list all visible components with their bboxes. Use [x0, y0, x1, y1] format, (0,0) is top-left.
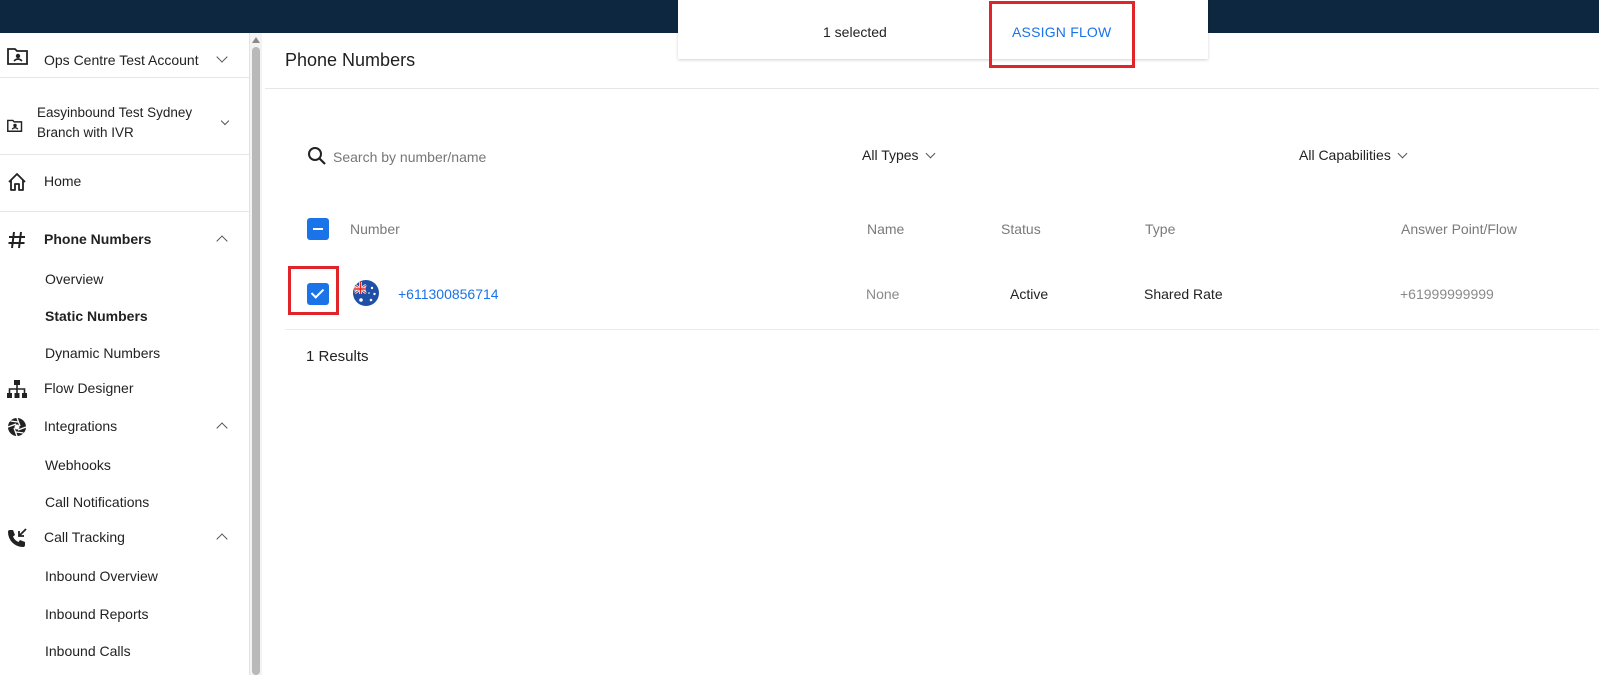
account-selector-ops-centre[interactable]: Ops Centre Test Account: [0, 33, 250, 78]
capabilities-filter-label: All Capabilities: [1299, 147, 1391, 163]
cell-answer-point: +61999999999: [1400, 286, 1494, 302]
chevron-down-icon: [216, 51, 228, 63]
column-header-name[interactable]: Name: [867, 221, 904, 237]
nav-flow-designer[interactable]: Flow Designer: [0, 372, 250, 406]
account-name-line-2: Branch with IVR: [37, 125, 134, 140]
capabilities-filter-dropdown[interactable]: All Capabilities: [1299, 147, 1408, 163]
chevron-up-icon: [216, 533, 228, 545]
hash-icon: [8, 231, 25, 249]
divider: [265, 88, 1599, 89]
selection-action-bar: 1 selected ASSIGN FLOW: [678, 0, 1208, 59]
cell-name: None: [866, 286, 900, 302]
nav-home[interactable]: Home: [0, 165, 250, 199]
nav-inbound-reports[interactable]: Inbound Reports: [45, 606, 149, 622]
aperture-icon: [7, 417, 27, 437]
row-checkbox[interactable]: [307, 283, 329, 305]
cell-status: Active: [1010, 286, 1049, 302]
nav-integrations-label: Integrations: [44, 418, 118, 434]
nav-integrations[interactable]: Integrations: [0, 410, 250, 444]
nav-call-tracking[interactable]: Call Tracking: [0, 521, 250, 555]
assign-flow-button[interactable]: ASSIGN FLOW: [1012, 24, 1111, 40]
type-filter-label: All Types: [862, 147, 919, 163]
sitemap-icon: [7, 380, 27, 398]
phone-number-link[interactable]: +611300856714: [398, 286, 499, 302]
check-icon: [310, 285, 325, 299]
column-header-answer-point[interactable]: Answer Point/Flow: [1401, 221, 1517, 237]
australia-flag-icon: [353, 280, 379, 306]
chevron-up-icon: [216, 422, 228, 434]
account-name-line-1: Easyinbound Test Sydney: [37, 105, 193, 120]
indeterminate-dash-icon: [313, 228, 323, 230]
chevron-down-icon: [925, 148, 935, 159]
column-header-type[interactable]: Type: [1145, 221, 1175, 237]
nav-dynamic-numbers[interactable]: Dynamic Numbers: [45, 345, 160, 361]
scroll-up-arrow-icon[interactable]: [252, 37, 260, 43]
cell-type: Shared Rate: [1144, 286, 1223, 302]
sidebar: Ops Centre Test Account Easyinbound Test…: [0, 33, 250, 675]
search-icon: [308, 147, 326, 165]
nav-home-label: Home: [44, 173, 82, 189]
results-count: 1 Results: [306, 348, 369, 365]
search-input[interactable]: [333, 144, 663, 170]
nav-webhooks[interactable]: Webhooks: [45, 457, 111, 473]
account-name: Ops Centre Test Account: [44, 52, 199, 68]
type-filter-dropdown[interactable]: All Types: [862, 147, 935, 163]
nav-flow-designer-label: Flow Designer: [44, 380, 134, 396]
account-folder-icon: [7, 48, 28, 65]
page-title: Phone Numbers: [285, 50, 416, 70]
account-selector-sydney-branch[interactable]: Easyinbound Test Sydney Branch with IVR: [0, 91, 250, 155]
nav-inbound-overview[interactable]: Inbound Overview: [45, 568, 158, 584]
nav-call-tracking-label: Call Tracking: [44, 529, 125, 545]
nav-phone-numbers[interactable]: Phone Numbers: [0, 223, 250, 257]
nav-phone-numbers-label: Phone Numbers: [44, 231, 152, 247]
main-content: Phone Numbers All Types All Capabilities…: [265, 33, 1599, 675]
scrollbar-thumb[interactable]: [252, 47, 260, 675]
selected-count: 1 selected: [823, 24, 887, 40]
divider: [285, 329, 1599, 330]
column-header-number[interactable]: Number: [350, 221, 400, 237]
incoming-call-icon: [8, 528, 27, 547]
chevron-up-icon: [216, 235, 228, 247]
nav-call-notifications[interactable]: Call Notifications: [45, 494, 149, 510]
chevron-down-icon: [1397, 148, 1408, 159]
select-all-checkbox[interactable]: [307, 218, 329, 240]
account-folder-icon: [7, 119, 23, 132]
home-icon: [8, 173, 26, 191]
divider: [0, 211, 250, 212]
nav-inbound-calls[interactable]: Inbound Calls: [45, 643, 131, 659]
column-header-status[interactable]: Status: [1001, 221, 1041, 237]
nav-overview[interactable]: Overview: [45, 271, 103, 287]
nav-static-numbers[interactable]: Static Numbers: [45, 308, 148, 324]
sidebar-scrollbar[interactable]: [250, 33, 262, 675]
chevron-down-icon: [220, 116, 230, 126]
